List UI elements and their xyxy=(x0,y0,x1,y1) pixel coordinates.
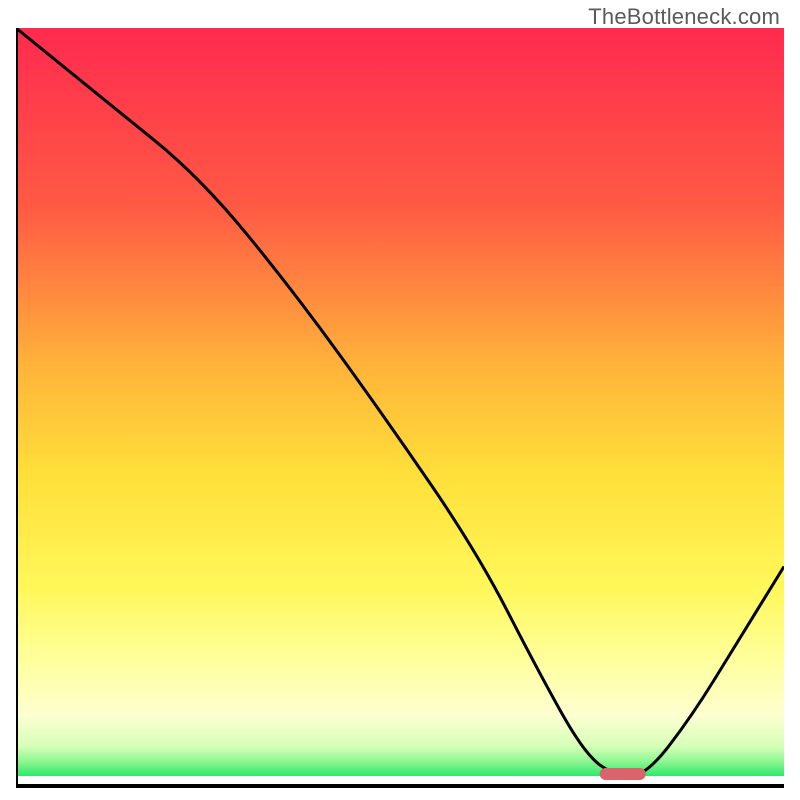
gradient-background xyxy=(16,28,784,776)
chart-container: TheBottleneck.com xyxy=(0,0,800,800)
plot-frame xyxy=(16,28,784,788)
watermark-text: TheBottleneck.com xyxy=(588,4,780,30)
chart-svg xyxy=(16,28,784,788)
optimal-range-marker xyxy=(600,768,646,780)
